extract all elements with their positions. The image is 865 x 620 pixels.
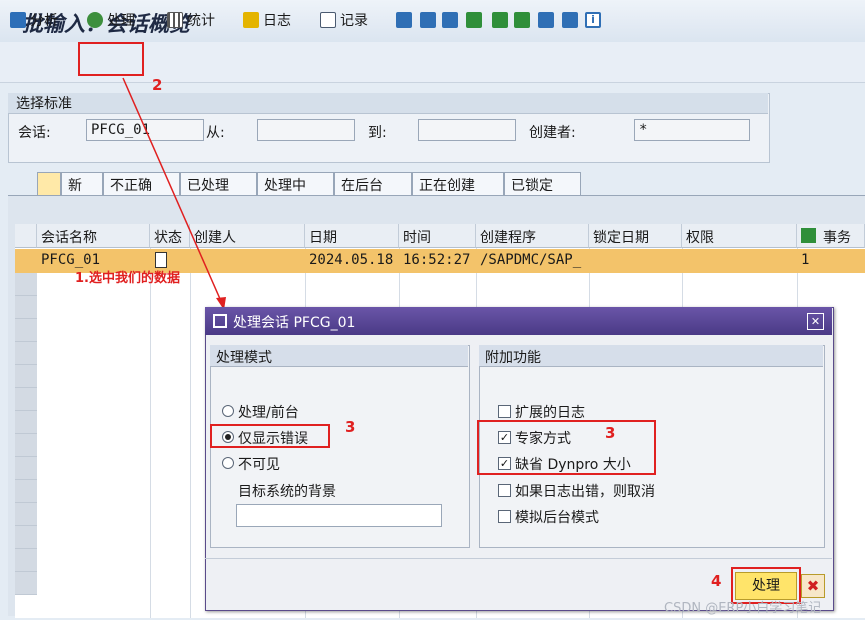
- cancel-on-log-error-checkbox[interactable]: [498, 484, 511, 497]
- extended-log-checkbox[interactable]: [498, 405, 511, 418]
- mode-invisible-radio[interactable]: [222, 457, 234, 469]
- mode-foreground-label: 处理/前台: [238, 405, 299, 421]
- arrow-line: [122, 77, 225, 309]
- mode-foreground-radio[interactable]: [222, 405, 234, 417]
- dialog-footer-divider: [205, 558, 832, 559]
- dialog-close-icon[interactable]: ✕: [807, 313, 824, 330]
- step-4-label: 4: [711, 572, 722, 590]
- watermark: CSDN @ERP小白学习笔记: [664, 601, 822, 616]
- highlight-box-mode: [210, 424, 330, 448]
- dialog-title: 处理会话 PFCG_01: [233, 315, 356, 331]
- mode-invisible-label: 不可见: [238, 457, 280, 473]
- processing-mode-header: 处理模式: [210, 345, 468, 367]
- step-3-label-options: 3: [605, 424, 616, 442]
- simulate-background-label: 模拟后台模式: [515, 510, 599, 526]
- additional-functions-header: 附加功能: [479, 345, 823, 367]
- dialog-window-icon: [213, 314, 227, 328]
- target-background-label: 目标系统的背景: [238, 484, 336, 500]
- extended-log-label: 扩展的日志: [515, 405, 585, 421]
- simulate-background-checkbox[interactable]: [498, 510, 511, 523]
- dialog-cancel-icon[interactable]: ✖: [801, 574, 825, 598]
- step-3-label-mode: 3: [345, 418, 356, 436]
- highlight-box-options: [477, 420, 656, 475]
- cancel-on-log-error-label: 如果日志出错，则取消: [515, 484, 655, 500]
- target-background-field[interactable]: [236, 504, 442, 527]
